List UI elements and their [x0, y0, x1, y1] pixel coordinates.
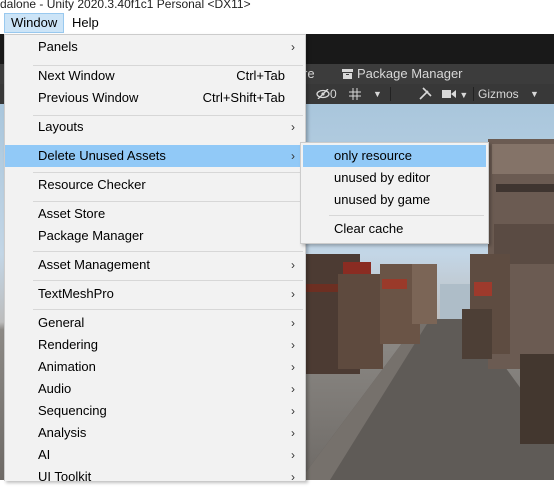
submenu-item-unused-by-game[interactable]: unused by game	[301, 189, 488, 211]
window-title-bar: dalone - Unity 2020.3.40f1c1 Personal <D…	[0, 0, 554, 12]
menu-window[interactable]: Window	[4, 13, 65, 33]
chevron-right-icon: ›	[291, 40, 295, 54]
menu-item-label: AI	[38, 447, 51, 462]
menu-item-audio[interactable]: Audio ›	[5, 378, 305, 400]
submenu-item-label: unused by editor	[334, 170, 431, 185]
submenu-item-only-resource[interactable]: only resource	[303, 145, 486, 167]
toolbar-divider	[473, 87, 474, 101]
menu-item-rendering[interactable]: Rendering ›	[5, 334, 305, 356]
menu-item-label: Package Manager	[38, 228, 144, 243]
submenu-item-label: only resource	[334, 148, 413, 163]
menu-item-label: Asset Management	[38, 257, 151, 272]
menu-item-analysis[interactable]: Analysis ›	[5, 422, 305, 444]
menu-item-label: Previous Window	[38, 90, 139, 105]
menu-item-next-window[interactable]: Next Window Ctrl+Tab	[5, 65, 305, 87]
submenu-item-label: unused by game	[334, 192, 431, 207]
menu-item-label: Layouts	[38, 119, 84, 134]
menu-separator	[33, 251, 303, 252]
menu-item-asset-management[interactable]: Asset Management ›	[5, 254, 305, 276]
menu-separator	[33, 309, 303, 310]
toolbar-divider	[390, 87, 391, 101]
menu-item-label: Next Window	[38, 68, 115, 83]
menu-item-label: Delete Unused Assets	[38, 148, 166, 163]
eye-slash-icon	[316, 88, 330, 100]
menu-bar: Window Help	[0, 12, 554, 34]
tab-package-manager[interactable]: Package Manager	[342, 64, 463, 84]
window-menu: Panels › Next Window Ctrl+Tab Previous W…	[4, 34, 306, 484]
delete-unused-assets-submenu: only resource unused by editor unused by…	[300, 142, 489, 244]
chevron-down-icon[interactable]: ▼	[530, 85, 539, 103]
menu-item-shortcut: Ctrl+Tab	[236, 68, 285, 83]
chevron-down-icon[interactable]: ▼	[373, 85, 382, 103]
submenu-item-clear-cache[interactable]: Clear cache	[301, 218, 488, 240]
chevron-right-icon: ›	[291, 287, 295, 301]
menu-item-label: Audio	[38, 381, 72, 396]
gizmos-button[interactable]: Gizmos	[478, 85, 519, 103]
menu-item-textmeshpro[interactable]: TextMeshPro ›	[5, 283, 305, 305]
menu-item-animation[interactable]: Animation ›	[5, 356, 305, 378]
chevron-down-icon: ▼	[459, 90, 469, 100]
menu-item-label: Animation	[38, 359, 96, 374]
menu-item-delete-unused-assets[interactable]: Delete Unused Assets ›	[5, 145, 305, 167]
menu-item-ui-toolkit[interactable]: UI Toolkit ›	[5, 466, 305, 488]
chevron-right-icon: ›	[291, 338, 295, 352]
menu-item-label: Sequencing	[38, 403, 107, 418]
chevron-right-icon: ›	[291, 149, 295, 163]
menu-item-shortcut: Ctrl+Shift+Tab	[202, 90, 285, 105]
chevron-right-icon: ›	[291, 382, 295, 396]
chevron-right-icon: ›	[291, 258, 295, 272]
menu-item-layouts[interactable]: Layouts ›	[5, 116, 305, 138]
tools-icon	[419, 87, 432, 100]
grid-toggle[interactable]	[349, 85, 361, 103]
menu-help[interactable]: Help	[66, 14, 105, 32]
menu-item-label: TextMeshPro	[38, 286, 114, 301]
menu-separator	[329, 215, 484, 216]
hidden-count: 0	[330, 87, 337, 101]
camera-button[interactable]: ▼	[442, 85, 468, 103]
menu-item-asset-store[interactable]: Asset Store	[5, 203, 305, 225]
menu-separator	[33, 201, 303, 202]
chevron-right-icon: ›	[291, 404, 295, 418]
menu-item-label: Analysis	[38, 425, 87, 440]
tab-package-manager-label: Package Manager	[357, 66, 463, 81]
menu-item-general[interactable]: General ›	[5, 312, 305, 334]
grid-icon	[349, 88, 361, 100]
menu-item-previous-window[interactable]: Previous Window Ctrl+Shift+Tab	[5, 87, 305, 109]
chevron-right-icon: ›	[291, 448, 295, 462]
tools-button[interactable]	[419, 85, 432, 103]
menu-item-ai[interactable]: AI ›	[5, 444, 305, 466]
menu-item-label: UI Toolkit	[38, 469, 92, 484]
hidden-objects-toggle[interactable]: 0	[316, 85, 337, 103]
chevron-right-icon: ›	[291, 360, 295, 374]
menu-item-panels[interactable]: Panels ›	[5, 36, 305, 58]
window-title: dalone - Unity 2020.3.40f1c1 Personal <D…	[0, 0, 251, 11]
camera-icon	[442, 90, 456, 98]
menu-item-label: Asset Store	[38, 206, 106, 221]
menu-item-label: General	[38, 315, 85, 330]
menu-item-resource-checker[interactable]: Resource Checker	[5, 174, 305, 196]
submenu-item-label: Clear cache	[334, 221, 404, 236]
menu-item-sequencing[interactable]: Sequencing ›	[5, 400, 305, 422]
chevron-right-icon: ›	[291, 120, 295, 134]
menu-item-label: Rendering	[38, 337, 98, 352]
chevron-right-icon: ›	[291, 426, 295, 440]
chevron-right-icon: ›	[291, 316, 295, 330]
menu-item-label: Panels	[38, 39, 78, 54]
menu-item-package-manager[interactable]: Package Manager	[5, 225, 305, 247]
package-icon	[342, 69, 353, 79]
menu-item-label: Resource Checker	[38, 177, 146, 192]
menu-separator	[33, 280, 303, 281]
submenu-item-unused-by-editor[interactable]: unused by editor	[301, 167, 488, 189]
menu-separator	[33, 172, 303, 173]
chevron-right-icon: ›	[291, 470, 295, 484]
